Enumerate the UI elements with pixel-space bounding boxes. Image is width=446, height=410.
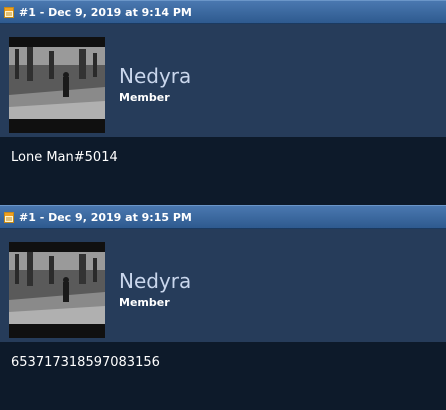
post-1: #1 - Dec 9, 2019 at 9:14 PM Nedyra Membe…: [0, 0, 446, 205]
user-info: Nedyra Member: [0, 229, 446, 342]
user-title: Member: [119, 296, 170, 309]
user-info: Nedyra Member: [0, 24, 446, 137]
post-message: Lone Man#5014: [0, 137, 446, 205]
post-permalink[interactable]: #1 - Dec 9, 2019 at 9:14 PM: [19, 6, 192, 19]
post-header: #1 - Dec 9, 2019 at 9:14 PM: [0, 0, 446, 24]
post-2: #1 - Dec 9, 2019 at 9:15 PM Nedyra Membe…: [0, 205, 446, 410]
post-header: #1 - Dec 9, 2019 at 9:15 PM: [0, 205, 446, 229]
username-link[interactable]: Nedyra: [119, 269, 191, 293]
post-document-icon: [4, 6, 14, 18]
username-link[interactable]: Nedyra: [119, 64, 191, 88]
user-title: Member: [119, 91, 170, 104]
post-document-icon: [4, 211, 14, 223]
avatar[interactable]: [9, 242, 105, 338]
avatar[interactable]: [9, 37, 105, 133]
post-permalink[interactable]: #1 - Dec 9, 2019 at 9:15 PM: [19, 211, 192, 224]
post-message: 653717318597083156: [0, 342, 446, 410]
